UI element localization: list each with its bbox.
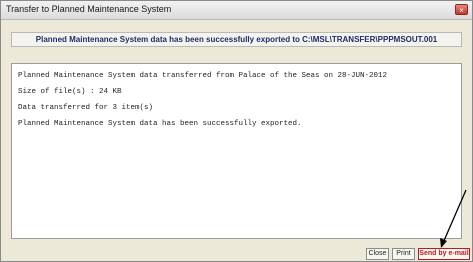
print-button[interactable]: Print [392,248,415,260]
title-bar[interactable]: Transfer to Planned Maintenance System × [1,1,472,20]
log-line: Size of file(s) : 24 KB [18,88,122,96]
window-title: Transfer to Planned Maintenance System [6,4,172,14]
send-by-email-button[interactable]: Send by e-mail [418,248,470,260]
log-line: Data transferred for 3 item(s) [18,104,154,112]
window-close-icon[interactable]: × [455,4,468,15]
log-line: Planned Maintenance System data has been… [18,120,302,128]
export-status-message: Planned Maintenance System data has been… [35,35,438,44]
transfer-dialog: Transfer to Planned Maintenance System ×… [0,0,473,262]
log-line: Planned Maintenance System data transfer… [18,72,388,80]
transfer-log-panel: Planned Maintenance System data transfer… [11,63,462,239]
close-button[interactable]: Close [366,248,389,260]
export-status-banner: Planned Maintenance System data has been… [11,32,462,47]
